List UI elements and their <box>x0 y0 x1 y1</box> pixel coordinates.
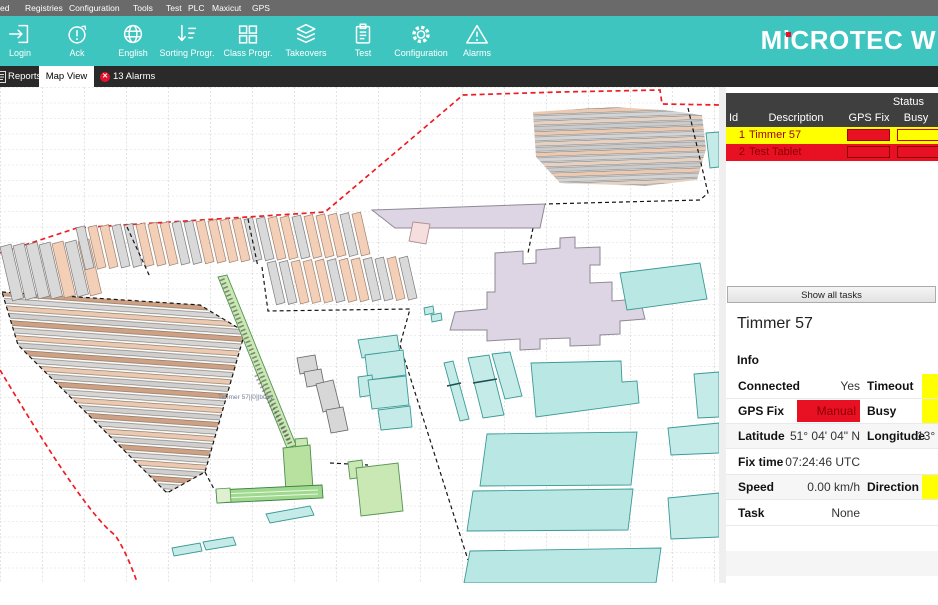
gps-fix-status-cell <box>847 129 890 141</box>
detail-row-latitude: Latitude 51° 04' 04" N Longitude 13° <box>726 424 938 449</box>
gps-fix-label: GPS Fix <box>738 404 784 418</box>
menu-bar: ed Registries Configuration Tools Test P… <box>0 0 938 16</box>
status-group-header: Status <box>893 96 924 108</box>
row-id: 1 <box>726 127 745 144</box>
alarms-label: Alarms <box>431 48 523 58</box>
toolbar: Login Ack English Sorting Progr. Class P… <box>0 16 938 66</box>
menu-item-plc[interactable]: PLC <box>188 3 205 13</box>
busy-label: Busy <box>867 404 896 418</box>
tab-alarms[interactable]: ✕ 13 Alarms <box>96 66 162 87</box>
info-section-label: Info <box>737 353 759 367</box>
timeout-value-cell <box>922 374 938 398</box>
task-value: None <box>766 506 860 520</box>
tab-bar: Reports Map View ✕ 13 Alarms <box>0 66 938 87</box>
clipboard-icon <box>350 21 376 47</box>
menu-item-configuration[interactable]: Configuration <box>69 3 120 13</box>
map-canvas[interactable]: .pP{fill:#f3cfb8;stroke:#9c8270;stroke-w… <box>0 87 719 583</box>
lumber-bars-cluster <box>533 107 706 186</box>
menu-item-maxicut[interactable]: Maxicut <box>212 3 241 13</box>
sort-arrow-icon <box>174 21 200 47</box>
vehicle-table-header: Status Id Description GPS Fix Busy <box>726 93 938 127</box>
tab-map-view[interactable]: Map View <box>39 66 94 87</box>
login-icon <box>7 21 33 47</box>
layers-icon <box>293 21 319 47</box>
detail-row-connected: Connected Yes Timeout <box>726 374 938 399</box>
detail-title: Timmer 57 <box>737 315 813 333</box>
direction-label: Direction <box>867 480 919 494</box>
logo-red-dot <box>786 32 791 37</box>
microtec-logo: MiCROTEC W <box>761 25 936 56</box>
tab-reports[interactable]: Reports <box>0 66 38 87</box>
gps-fix-status-cell <box>847 146 890 158</box>
menu-item-cut[interactable]: ed <box>0 3 9 13</box>
task-label: Task <box>738 506 764 520</box>
menu-item-test[interactable]: Test <box>166 3 182 13</box>
col-id: Id <box>729 112 738 124</box>
grid-squares-icon <box>235 21 261 47</box>
col-gps-fix: GPS Fix <box>845 112 893 124</box>
status-panel: Status Id Description GPS Fix Busy 1 Tim… <box>726 87 938 605</box>
map-panel-divider[interactable] <box>719 87 726 583</box>
busy-status-cell <box>897 129 938 141</box>
direction-value-cell <box>922 475 938 499</box>
row-description: Timmer 57 <box>749 127 801 144</box>
detail-row-fixtime: Fix time 07:24:46 UTC <box>726 450 938 475</box>
detail-row-speed: Speed 0.00 km/h Direction <box>726 475 938 500</box>
table-row-test-tablet[interactable]: 2 Test Tablet <box>726 144 938 161</box>
report-icon <box>0 71 6 83</box>
tab-reports-label: Reports <box>8 71 41 82</box>
show-all-tasks-button[interactable]: Show all tasks <box>727 286 936 303</box>
row-id: 2 <box>726 144 745 161</box>
gps-fix-value-cell: Manual <box>797 400 860 422</box>
alarms-button[interactable]: Alarms <box>431 21 523 58</box>
tab-map-view-label: Map View <box>46 71 88 82</box>
warning-triangle-icon <box>464 21 490 47</box>
longitude-value: 13° <box>917 429 935 443</box>
vehicle-label: Timmer 57|[0]|busy <box>218 394 274 401</box>
alarm-error-icon: ✕ <box>100 72 110 82</box>
latitude-value: 51° 04' 04" N <box>766 429 860 443</box>
menu-item-registries[interactable]: Registries <box>25 3 63 13</box>
menu-item-tools[interactable]: Tools <box>133 3 153 13</box>
tab-alarms-label: 13 Alarms <box>113 71 155 82</box>
empty-row-stripe <box>726 551 938 576</box>
timeout-label: Timeout <box>867 379 913 393</box>
busy-value-cell <box>922 399 938 423</box>
connected-value: Yes <box>766 379 860 393</box>
detail-row-gpsfix: GPS Fix Manual Busy <box>726 399 938 424</box>
col-busy: Busy <box>893 112 938 124</box>
speed-value: 0.00 km/h <box>766 480 860 494</box>
menu-item-gps[interactable]: GPS <box>252 3 270 13</box>
content-area: .pP{fill:#f3cfb8;stroke:#9c8270;stroke-w… <box>0 87 938 605</box>
row-description: Test Tablet <box>749 144 801 161</box>
fix-time-value: 07:24:46 UTC <box>766 455 860 469</box>
busy-status-cell <box>897 146 938 158</box>
table-row-timmer57[interactable]: 1 Timmer 57 <box>726 127 938 144</box>
col-description: Description <box>747 112 845 124</box>
detail-row-task: Task None <box>726 501 938 526</box>
